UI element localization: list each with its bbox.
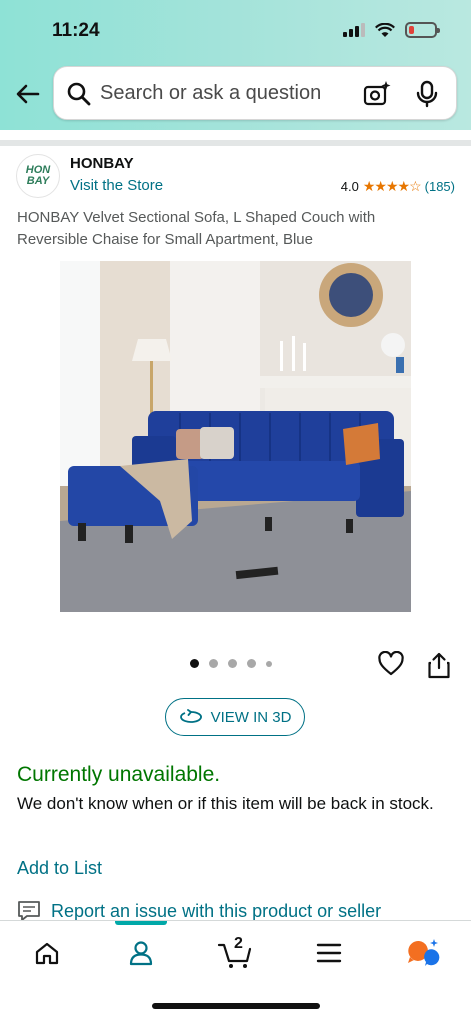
status-bar: 11:24	[0, 0, 471, 58]
wifi-icon	[375, 22, 395, 37]
carousel-dot[interactable]	[228, 659, 237, 668]
carousel-dot[interactable]	[247, 659, 256, 668]
star-rating-icon: ★★★★☆	[362, 178, 422, 194]
share-icon[interactable]	[428, 651, 450, 679]
clock: 11:24	[52, 20, 100, 41]
nav-account[interactable]	[121, 937, 161, 969]
availability-status: Currently unavailable.	[17, 763, 221, 786]
nav-menu[interactable]	[309, 937, 349, 969]
feedback-icon	[18, 901, 40, 921]
rufus-assistant-icon	[408, 939, 440, 966]
report-issue-link[interactable]: Report an issue with this product or sel…	[17, 900, 381, 922]
nav-rufus[interactable]	[403, 937, 443, 969]
brand-logo-text: HON BAY	[25, 164, 51, 187]
carousel-dot[interactable]	[209, 659, 218, 668]
home-indicator[interactable]	[152, 1003, 320, 1009]
product-image[interactable]	[60, 261, 411, 612]
back-arrow-icon[interactable]	[14, 80, 42, 108]
add-to-list-link[interactable]: Add to List	[17, 858, 102, 879]
rating-summary[interactable]: 4.0 ★★★★☆ (185)	[341, 178, 455, 195]
rating-count[interactable]: (185)	[425, 179, 455, 194]
view-in-3d-label: VIEW IN 3D	[210, 708, 292, 726]
section-divider	[0, 140, 471, 146]
view-in-3d-button[interactable]: VIEW IN 3D	[165, 698, 305, 736]
heart-icon[interactable]	[378, 651, 404, 677]
brand-logo[interactable]: HON BAY	[16, 154, 60, 198]
battery-icon	[405, 22, 440, 38]
nav-cart[interactable]: 2	[215, 935, 255, 969]
status-icons	[343, 22, 440, 38]
carousel-dot[interactable]	[190, 659, 199, 668]
menu-icon	[316, 943, 342, 963]
camera-search-icon[interactable]	[362, 79, 392, 109]
rating-value: 4.0	[340, 179, 359, 194]
cart-count-badge: 2	[234, 935, 243, 952]
brand-name: HONBAY	[70, 155, 134, 172]
visit-store-link[interactable]: Visit the Store	[70, 177, 163, 194]
image-carousel-dots[interactable]	[190, 659, 272, 668]
carousel-dot[interactable]	[266, 660, 272, 667]
active-tab-indicator	[115, 921, 167, 925]
header: 11:24 Search or ask a question	[0, 0, 471, 130]
availability-message: We don't know when or if this item will …	[17, 794, 434, 813]
product-title: HONBAY Velvet Sectional Sofa, L Shaped C…	[17, 209, 376, 248]
report-issue-label: Report an issue with this product or sel…	[51, 900, 382, 921]
rotate-3d-icon	[179, 709, 202, 723]
home-icon	[35, 942, 59, 965]
search-icon	[67, 82, 91, 106]
microphone-icon[interactable]	[414, 79, 440, 109]
account-icon	[129, 941, 153, 966]
cellular-signal-icon	[343, 23, 365, 37]
search-bar[interactable]: Search or ask a question	[53, 66, 457, 120]
nav-home[interactable]	[27, 937, 67, 969]
search-input[interactable]: Search or ask a question	[100, 82, 321, 105]
